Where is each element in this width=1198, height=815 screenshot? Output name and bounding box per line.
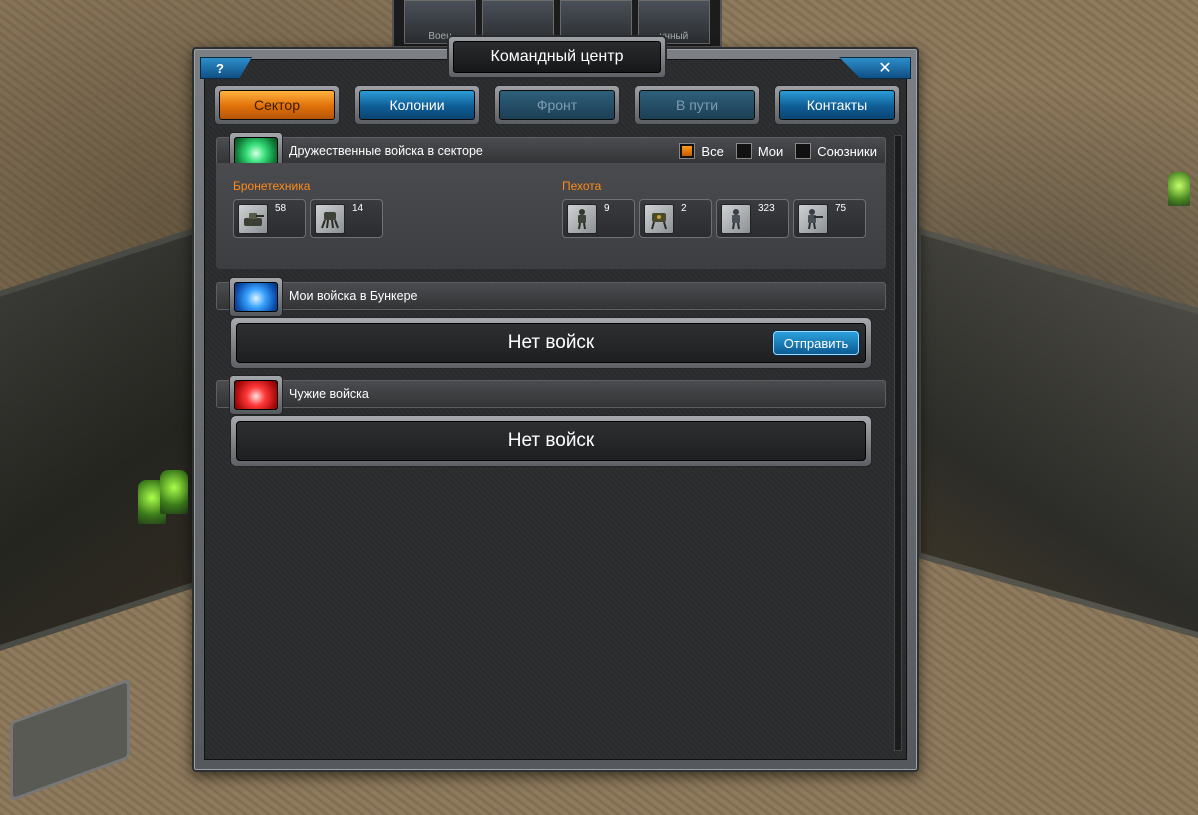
unit-count: 14 (352, 203, 364, 214)
send-button[interactable]: Отправить (773, 331, 859, 355)
mech-icon (644, 204, 674, 234)
unit-slot[interactable]: 75 (793, 199, 866, 238)
bunker-troops-header: Мои войска в Бункере (216, 277, 886, 317)
window-title: Командный центр (453, 41, 661, 73)
blue-gem-icon (234, 282, 278, 312)
unit-slot[interactable]: 323 (716, 199, 789, 238)
unit-slot[interactable]: 9 (562, 199, 635, 238)
friendly-troops-header: Дружественные войска в секторе Все Мои С… (216, 132, 886, 172)
tab-label: Фронт (499, 90, 615, 120)
filter-mine-checkbox[interactable] (735, 143, 752, 159)
foreign-troops-content: Нет войск (236, 421, 866, 461)
tab-front[interactable]: Фронт (494, 85, 620, 125)
gunner-icon (798, 204, 828, 234)
sector-content: Дружественные войска в секторе Все Мои С… (216, 132, 890, 745)
filter-label: Мои (757, 143, 784, 159)
background-base-left (0, 222, 210, 658)
foreign-troops-header: Чужие войска (216, 375, 886, 415)
filter-all-checkbox[interactable] (679, 143, 696, 159)
foreign-troops-box: Нет войск (230, 415, 872, 467)
tab-label: Контакты (779, 90, 895, 120)
filter-mine[interactable]: Мои (735, 143, 784, 159)
unit-count: 323 (758, 203, 775, 214)
background-landing-pad (10, 678, 130, 802)
unit-count: 75 (835, 203, 847, 214)
tank-icon (238, 204, 268, 234)
tab-contacts[interactable]: Контакты (774, 85, 900, 125)
trooper-icon (721, 204, 751, 234)
infantry-unit-row: 9 2 323 75 (562, 199, 866, 238)
unit-count: 9 (604, 203, 610, 214)
gem-frame (229, 375, 283, 415)
filter-label: Союзники (817, 143, 877, 159)
infantry-group-label: Пехота (562, 179, 602, 193)
tab-label: Сектор (219, 90, 335, 120)
troop-filters: Все Мои Союзники (679, 143, 877, 159)
command-center-window: Командный центр ? ✕ Сектор Колонии Фронт… (192, 35, 919, 772)
bunker-troops-title: Мои войска в Бункере (289, 289, 418, 303)
tab-colonies[interactable]: Колонии (354, 85, 480, 125)
tab-in-transit[interactable]: В пути (634, 85, 760, 125)
close-icon: ✕ (878, 60, 892, 77)
red-gem-icon (234, 380, 278, 410)
unit-slot[interactable]: 2 (639, 199, 712, 238)
tab-label: В пути (639, 90, 755, 120)
unit-count: 2 (681, 203, 687, 214)
bunker-troops-content: Нет войск Отправить (236, 323, 866, 363)
unit-slot[interactable]: 58 (233, 199, 306, 238)
tab-sector[interactable]: Сектор (214, 85, 340, 125)
armor-unit-row: 58 14 (233, 199, 383, 238)
background-green-tower (160, 470, 188, 514)
tab-bar: Сектор Колонии Фронт В пути Контакты (214, 85, 900, 127)
help-icon: ? (216, 60, 224, 76)
no-troops-text: Нет войск (507, 430, 595, 451)
filter-allies[interactable]: Союзники (795, 143, 877, 159)
background-green-tower (1168, 172, 1190, 206)
unit-count: 58 (275, 203, 287, 214)
tab-label: Колонии (359, 90, 475, 120)
foreign-troops-title: Чужие войска (289, 387, 369, 401)
window-title-plate: Командный центр (447, 35, 667, 79)
bunker-troops-box: Нет войск Отправить (230, 317, 872, 369)
armor-group-label: Бронетехника (233, 179, 311, 193)
no-troops-text: Нет войск (507, 332, 595, 353)
content-scrollbar[interactable] (894, 135, 902, 751)
filter-all[interactable]: Все (679, 143, 724, 159)
friendly-troops-panel: Бронетехника 58 14 Пехота 9 2 323 75 (216, 163, 886, 269)
gem-frame (229, 277, 283, 317)
filter-label: Все (701, 143, 724, 159)
unit-slot[interactable]: 14 (310, 199, 383, 238)
walker-icon (315, 204, 345, 234)
background-base-right (915, 226, 1198, 644)
filter-allies-checkbox[interactable] (795, 143, 812, 159)
friendly-troops-title: Дружественные войска в секторе (289, 144, 483, 158)
soldier-icon (567, 204, 597, 234)
